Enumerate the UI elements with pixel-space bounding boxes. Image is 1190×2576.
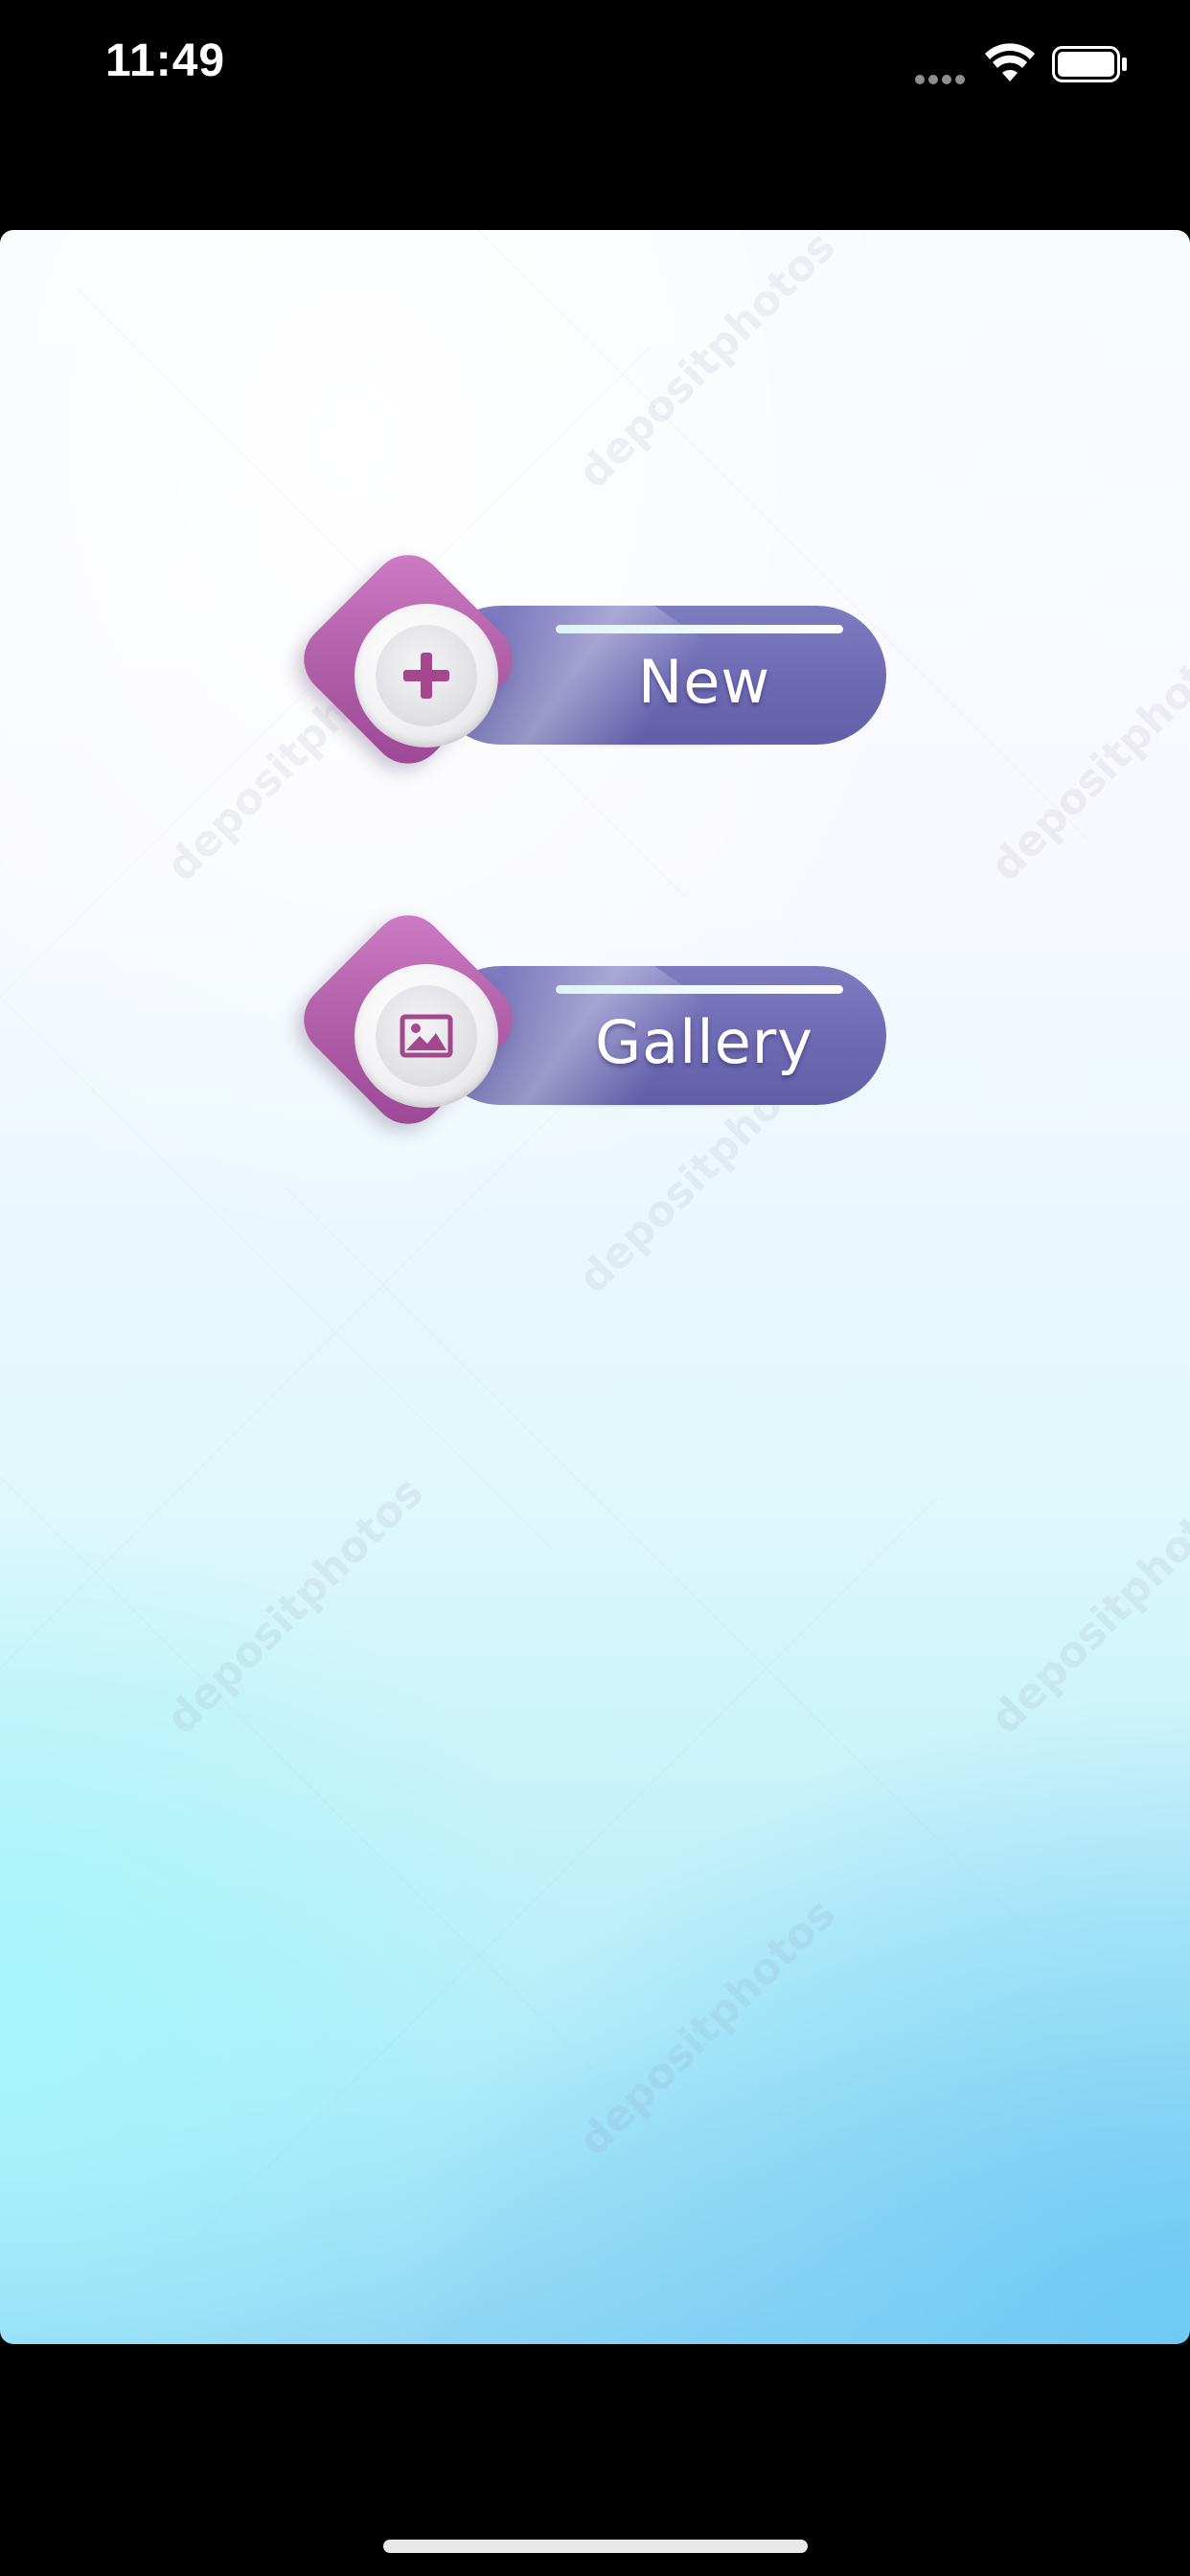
wifi-icon: [985, 43, 1035, 81]
new-button-label: New: [637, 647, 771, 717]
home-indicator[interactable]: [383, 2540, 808, 2553]
watermark: depositphotos: [569, 1889, 845, 2166]
plus-icon: [403, 653, 449, 699]
battery-icon: [1052, 46, 1127, 82]
content-area: depositphotos depositphotos depositphoto…: [0, 230, 1190, 2344]
app-screen: 11:49 depositphotos depositphotos deposi…: [0, 0, 1190, 2576]
watermark: depositphotos: [981, 614, 1190, 891]
status-bar: 11:49: [0, 0, 1190, 134]
status-time: 11:49: [105, 35, 226, 86]
gallery-button-label: Gallery: [595, 1007, 813, 1077]
signal-dots-icon: [915, 70, 969, 84]
image-icon: [400, 1014, 453, 1058]
gallery-button[interactable]: Gallery: [288, 900, 886, 1162]
watermark: depositphotos: [981, 1467, 1190, 1744]
watermark: depositphotos: [157, 1467, 433, 1744]
new-button[interactable]: New: [288, 540, 886, 802]
